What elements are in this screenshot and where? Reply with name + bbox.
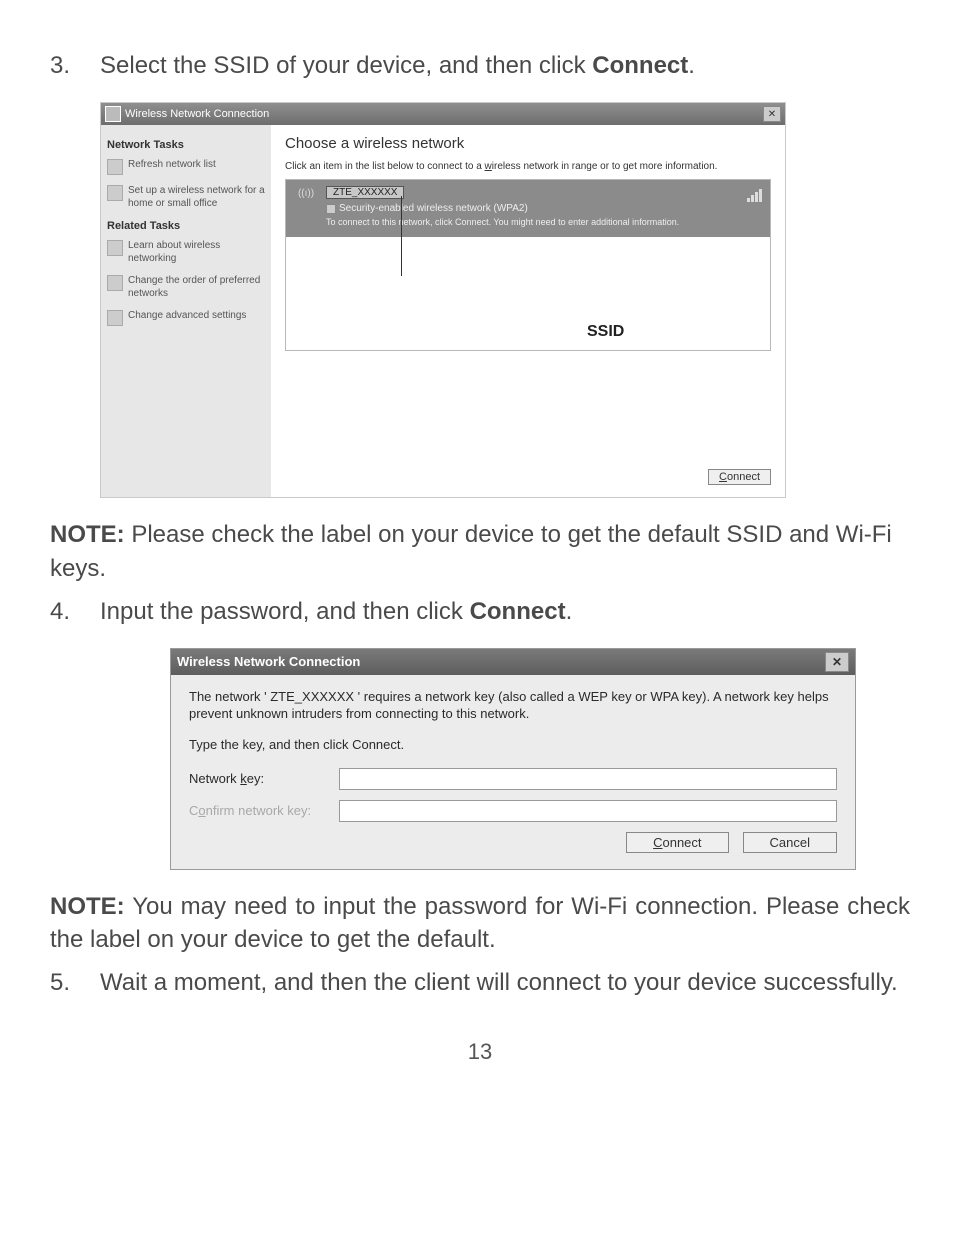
- step5-text: Wait a moment, and then the client will …: [100, 967, 910, 999]
- setup-wireless-network[interactable]: Set up a wireless network for a home or …: [107, 185, 265, 210]
- group-related-tasks: Related Tasks: [107, 220, 265, 232]
- step5-num: 5.: [50, 967, 100, 999]
- learn-wireless[interactable]: Learn about wireless networking: [107, 240, 265, 265]
- signal-bars-icon: [746, 188, 762, 202]
- network-key-label: Network key:: [189, 771, 339, 786]
- gear-icon: [107, 310, 123, 326]
- network-key-input[interactable]: [339, 768, 837, 790]
- ssid-box: ZTE_XXXXXX: [326, 186, 404, 199]
- connect-button[interactable]: Connect: [708, 469, 771, 485]
- setup-icon: [107, 185, 123, 201]
- star-icon: [107, 275, 123, 291]
- choose-network-sub: Click an item in the list below to conne…: [285, 160, 771, 173]
- confirm-key-row: Confirm network key:: [189, 800, 837, 822]
- dialog-para-2: Type the key, and then click Connect.: [189, 737, 837, 754]
- page-number: 13: [50, 1039, 910, 1065]
- network-key-row: Network key:: [189, 768, 837, 790]
- info-icon: [107, 240, 123, 256]
- note-1: NOTE: Please check the label on your dev…: [50, 518, 910, 585]
- close-icon[interactable]: ✕: [763, 106, 781, 122]
- left-pane: Network Tasks Refresh network list Set u…: [101, 125, 271, 497]
- confirm-key-input[interactable]: [339, 800, 837, 822]
- titlebar: Wireless Network Connection ✕: [101, 103, 785, 125]
- screenshot-network-key-dialog: Wireless Network Connection ✕ The networ…: [170, 648, 856, 870]
- lock-icon: [326, 204, 336, 214]
- network-item[interactable]: ((ı)) ZTE_XXXXXX Security-enabled wirele…: [286, 180, 770, 237]
- step5: 5. Wait a moment, and then the client wi…: [50, 967, 910, 999]
- change-order[interactable]: Change the order of preferred networks: [107, 275, 265, 300]
- dialog-para-1: The network ' ZTE_XXXXXX ' requires a ne…: [189, 689, 837, 723]
- step4-text: Input the password, and then click Conne…: [100, 596, 910, 628]
- group-network-tasks: Network Tasks: [107, 139, 265, 151]
- connect-button[interactable]: Connect: [626, 832, 728, 853]
- ssid-callout-label: SSID: [587, 323, 624, 341]
- note-2: NOTE: You may need to input the password…: [50, 890, 910, 957]
- window-title: Wireless Network Connection: [125, 108, 763, 120]
- security-line: Security-enabled wireless network (WPA2): [326, 203, 762, 214]
- cancel-button[interactable]: Cancel: [743, 832, 837, 853]
- step3-num: 3.: [50, 50, 100, 82]
- titlebar: Wireless Network Connection ✕: [171, 649, 855, 675]
- window-title: Wireless Network Connection: [177, 654, 825, 669]
- callout-line: [401, 196, 402, 276]
- network-list[interactable]: ((ı)) ZTE_XXXXXX Security-enabled wirele…: [285, 179, 771, 351]
- change-advanced[interactable]: Change advanced settings: [107, 310, 265, 326]
- close-icon[interactable]: ✕: [825, 652, 849, 672]
- connect-hint: To connect to this network, click Connec…: [326, 217, 762, 227]
- step4-num: 4.: [50, 596, 100, 628]
- app-icon: [105, 106, 121, 122]
- confirm-key-label: Confirm network key:: [189, 803, 339, 818]
- right-pane: Choose a wireless network Click an item …: [271, 125, 785, 497]
- refresh-icon: [107, 159, 123, 175]
- step3-text: Select the SSID of your device, and then…: [100, 50, 910, 82]
- step3: 3. Select the SSID of your device, and t…: [50, 50, 910, 82]
- choose-network-title: Choose a wireless network: [285, 135, 771, 152]
- screenshot-wireless-list: Wireless Network Connection ✕ Network Ta…: [100, 102, 786, 498]
- antenna-icon: ((ı)): [292, 188, 320, 208]
- step4: 4. Input the password, and then click Co…: [50, 596, 910, 628]
- refresh-network-list[interactable]: Refresh network list: [107, 159, 265, 175]
